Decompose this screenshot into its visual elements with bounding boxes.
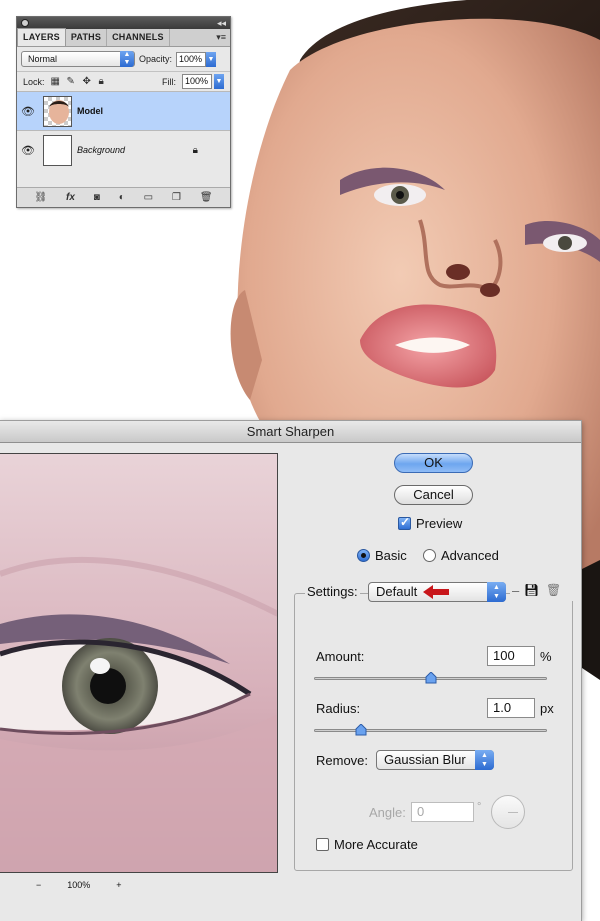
preview-checkbox[interactable] — [398, 515, 411, 530]
tab-channels[interactable]: CHANNELS — [107, 29, 170, 46]
zoom-in-button[interactable]: + — [116, 880, 121, 890]
updown-arrow-icon: ▲ ▼ — [487, 582, 506, 602]
red-arrow-icon — [423, 585, 449, 599]
lock-label: Lock: — [23, 76, 45, 87]
settings-value: Default — [376, 584, 418, 599]
fill-dropdown-icon[interactable]: ▼ — [214, 74, 224, 89]
remove-select[interactable]: Gaussian Blur ▲ ▼ — [376, 750, 494, 770]
advanced-radio-row[interactable]: Advanced — [423, 548, 499, 563]
settings-label: Settings: — [305, 584, 360, 599]
more-accurate-label: More Accurate — [334, 837, 418, 852]
more-accurate-row[interactable]: More Accurate — [316, 837, 418, 852]
settings-group — [294, 593, 573, 871]
basic-radio[interactable] — [357, 549, 370, 562]
cancel-button[interactable]: Cancel — [394, 485, 473, 505]
folder-icon[interactable]: ▭ — [144, 192, 153, 203]
layer-name-background: Background — [77, 145, 126, 155]
zoom-out-button[interactable]: − — [36, 880, 41, 890]
amount-slider-thumb[interactable] — [425, 672, 437, 684]
lock-pixels-brush-icon[interactable]: ✎ — [67, 76, 77, 87]
panel-tabs: LAYERS PATHS CHANNELS ▾≡ — [17, 28, 230, 47]
amount-unit: % — [540, 649, 552, 664]
preview-image[interactable] — [0, 453, 278, 873]
layers-bottom-bar: ⛓ fx ◙ ◐ ▭ ❐ 🗑︎ — [17, 187, 230, 207]
ok-button[interactable]: OK — [394, 453, 473, 473]
updown-arrow-icon: ▲ ▼ — [120, 51, 134, 67]
amount-input[interactable]: 100 — [487, 646, 535, 666]
collapse-icon[interactable]: ◂◂ — [217, 17, 226, 29]
blend-mode-value: Normal — [28, 54, 58, 64]
mask-icon[interactable]: ◙ — [94, 192, 100, 203]
eye-closeup-illustration — [0, 454, 277, 872]
close-icon[interactable] — [21, 19, 29, 27]
eye-icon[interactable]: 👁︎ — [17, 144, 39, 157]
new-layer-icon[interactable]: ❐ — [172, 192, 181, 203]
remove-label: Remove: — [316, 753, 369, 768]
updown-arrow-icon: ▲ ▼ — [475, 750, 494, 770]
lock-position-move-icon[interactable]: ✥ — [83, 76, 93, 87]
tab-paths[interactable]: PATHS — [66, 29, 108, 46]
trash-icon[interactable]: 🗑︎ — [200, 192, 213, 203]
layers-panel: ◂◂ LAYERS PATHS CHANNELS ▾≡ Normal ▲ ▼ Op… — [16, 16, 231, 208]
layer-thumbnail-background — [43, 134, 72, 166]
opacity-dropdown-icon[interactable]: ▼ — [206, 51, 217, 67]
more-accurate-checkbox[interactable] — [316, 838, 329, 851]
dialog-title: Smart Sharpen — [0, 421, 581, 443]
settings-divider-icon: – — [512, 583, 520, 598]
zoom-level: 100% — [67, 880, 91, 890]
advanced-radio[interactable] — [423, 549, 436, 562]
layer-thumbnail-model — [43, 95, 72, 127]
angle-unit: ° — [477, 801, 482, 813]
angle-input[interactable]: 0 — [411, 802, 474, 822]
lock-row: Lock: ▦ ✎ ✥ 🔒︎ Fill: 100% ▼ — [17, 71, 230, 91]
radius-slider-track[interactable] — [314, 729, 547, 732]
lock-all-icon[interactable]: 🔒︎ — [99, 76, 109, 87]
radius-slider-thumb[interactable] — [355, 724, 367, 736]
advanced-label: Advanced — [441, 548, 499, 563]
remove-value: Gaussian Blur — [384, 752, 466, 767]
amount-label: Amount: — [316, 649, 365, 664]
basic-radio-row[interactable]: Basic — [357, 548, 407, 563]
link-icon[interactable]: ⛓ — [34, 192, 47, 203]
model-thumbnail-face — [49, 99, 69, 124]
settings-actions — [510, 583, 580, 601]
fill-input[interactable]: 100% — [182, 74, 212, 89]
angle-dial[interactable] — [491, 795, 525, 829]
radius-input[interactable]: 1.0 — [487, 698, 535, 718]
layer-name-model: Model — [77, 106, 103, 116]
basic-label: Basic — [375, 548, 407, 563]
radius-label: Radius: — [316, 701, 361, 716]
panel-menu-icon[interactable]: ▾≡ — [216, 32, 226, 43]
delete-settings-icon[interactable]: 🗑︎ — [546, 583, 561, 597]
adjustment-icon[interactable]: ◐ — [119, 192, 125, 203]
opacity-input[interactable]: 100% — [176, 51, 207, 67]
opacity-label: Opacity: — [139, 54, 173, 64]
preview-label: Preview — [416, 516, 463, 531]
angle-label: Angle: — [369, 805, 406, 820]
radius-unit: px — [540, 701, 554, 716]
smart-sharpen-dialog: Smart Sharpen − 100% + OK Cancel ✓ Previ… — [0, 420, 582, 921]
layer-row-background[interactable]: 👁︎ Background 🔒︎ — [17, 130, 230, 169]
lock-icon: 🔒︎ — [192, 145, 198, 156]
save-settings-icon[interactable]: 💾︎ — [524, 583, 539, 597]
tab-layers[interactable]: LAYERS — [17, 28, 66, 46]
blend-mode-select[interactable]: Normal ▲ ▼ — [21, 51, 135, 67]
fx-icon[interactable]: fx — [66, 192, 75, 203]
layer-row-model[interactable]: 👁︎ Model — [17, 91, 230, 130]
preview-checkbox-row[interactable]: Preview — [398, 515, 463, 531]
eye-icon[interactable]: 👁︎ — [17, 105, 39, 118]
blend-row: Normal ▲ ▼ Opacity: 100% ▼ — [17, 47, 230, 71]
lock-transparency-icon[interactable]: ▦ — [51, 76, 61, 87]
zoom-bar: − 100% + — [0, 876, 278, 894]
fill-label: Fill: — [162, 76, 176, 87]
